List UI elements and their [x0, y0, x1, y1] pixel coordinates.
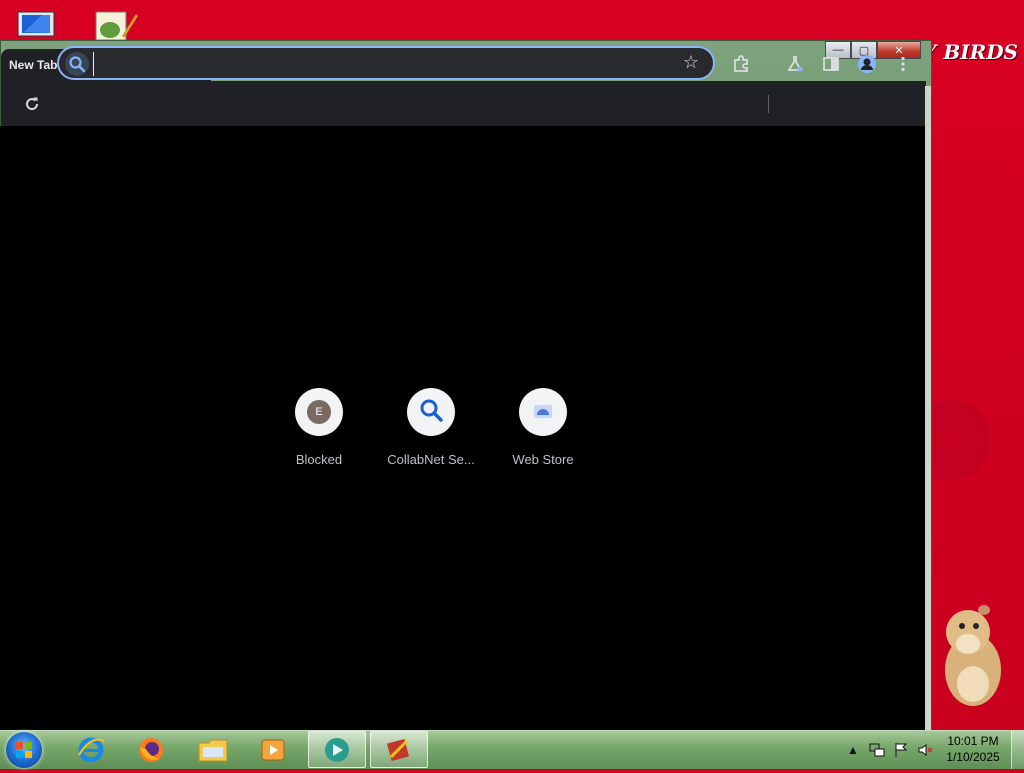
shortcut-label: Blocked — [295, 452, 343, 467]
shortcut-blocked[interactable]: E Blocked — [263, 388, 375, 478]
labs-icon[interactable] — [784, 53, 806, 75]
system-tray: ▲ — [845, 737, 933, 763]
start-button[interactable] — [6, 732, 42, 768]
shortcut-icon-circle — [407, 388, 455, 436]
window-frame-right-edge — [925, 86, 931, 730]
shortcut-label: CollabNet Se... — [387, 452, 475, 467]
taskbar-clock[interactable]: 10:01 PM 1/10/2025 — [940, 733, 1006, 765]
shortcut-web-store[interactable]: Web Store — [487, 388, 599, 478]
taskbar: ▲ 10:01 PM 1/10/2025 — [0, 730, 1024, 769]
notepad-icon[interactable] — [92, 6, 140, 42]
address-input[interactable] — [93, 52, 678, 76]
clock-time: 10:01 PM — [947, 734, 999, 748]
shortcut-label: Web Store — [512, 452, 574, 467]
media-player-icon[interactable] — [244, 731, 302, 768]
search-icon — [418, 397, 444, 428]
show-hidden-icons[interactable]: ▲ — [845, 742, 861, 758]
side-panel-icon[interactable] — [820, 53, 842, 75]
volume-muted-icon[interactable] — [917, 742, 933, 758]
address-bar[interactable]: ☆ — [57, 46, 715, 80]
shortcut-icon-circle: E — [295, 388, 343, 436]
web-store-icon — [531, 398, 555, 427]
hamster-mascot-image — [938, 604, 1008, 708]
file-explorer-icon[interactable] — [184, 731, 242, 768]
browser-toolbar — [1, 81, 926, 127]
internet-explorer-icon[interactable] — [62, 731, 120, 768]
extensions-icon[interactable] — [730, 53, 752, 75]
firefox-icon[interactable] — [122, 731, 180, 768]
network-icon[interactable] — [869, 742, 885, 758]
menu-icon[interactable] — [892, 53, 914, 75]
reload-icon[interactable] — [21, 93, 43, 115]
clock-date: 1/10/2025 — [946, 750, 1000, 764]
shortcut-icon-circle — [519, 388, 567, 436]
search-icon — [65, 52, 89, 76]
show-desktop-button[interactable] — [1011, 731, 1024, 769]
shortcut-collabnet[interactable]: CollabNet Se... — [375, 388, 487, 478]
active-app-icon[interactable] — [308, 731, 366, 768]
computer-icon[interactable] — [14, 6, 62, 42]
bookmark-star-icon[interactable]: ☆ — [683, 52, 699, 73]
profile-icon[interactable] — [856, 53, 878, 75]
letter-e-icon: E — [307, 400, 331, 424]
toolbar-separator — [768, 95, 769, 113]
action-center-flag-icon[interactable] — [893, 742, 909, 758]
winamp-icon[interactable] — [370, 731, 428, 768]
